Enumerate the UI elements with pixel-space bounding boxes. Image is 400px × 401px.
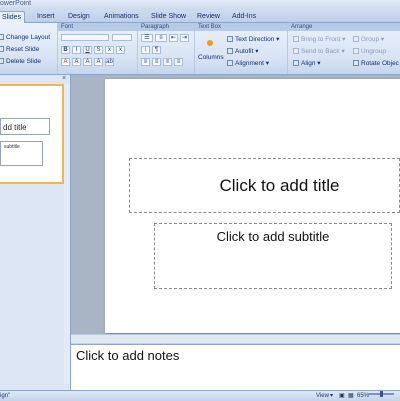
- subscript-icon[interactable]: x: [116, 46, 125, 54]
- tab-slides[interactable]: Slides: [0, 11, 26, 23]
- shrink-font-icon[interactable]: A: [83, 58, 92, 66]
- bring-to-front-icon: [293, 36, 299, 42]
- italic-icon[interactable]: I: [72, 46, 81, 54]
- superscript-icon[interactable]: x: [105, 46, 114, 54]
- ribbon: Change Layout Reset Slide Delete Slide F…: [0, 23, 400, 75]
- rtl-icon[interactable]: ¶: [152, 46, 161, 54]
- send-to-back-label: Send to Back: [301, 48, 340, 55]
- autofit-icon: [227, 48, 233, 54]
- ribbon-tab-row: Slides Insert Design Animations Slide Sh…: [0, 10, 400, 23]
- justify-icon[interactable]: ≡: [174, 58, 183, 66]
- font-group-header: Font: [58, 23, 137, 31]
- tab-slide-show[interactable]: Slide Show: [151, 11, 186, 22]
- text-direction-icon: [227, 36, 233, 42]
- tab-design[interactable]: Design: [68, 11, 90, 22]
- bring-to-front-label: Bring to Front: [301, 36, 341, 43]
- alignment-label: Alignment: [235, 60, 264, 67]
- slides-pane-scrollbar[interactable]: [64, 84, 70, 384]
- font-group: Font B I U S x x A A A A ab: [58, 23, 138, 74]
- group-icon: [353, 36, 359, 42]
- subtitle-placeholder[interactable]: Click to add subtitle: [154, 223, 392, 289]
- alignment-button[interactable]: Alignment ▾: [227, 59, 269, 68]
- align-button[interactable]: Align ▾: [293, 59, 321, 68]
- arrange-group-header: Arrange: [288, 23, 400, 31]
- clear-format-icon[interactable]: A: [94, 58, 103, 66]
- font-color-icon[interactable]: A: [61, 58, 70, 66]
- bring-to-front-button[interactable]: Bring to Front ▾: [293, 35, 345, 44]
- ungroup-label: Ungroup: [361, 48, 386, 55]
- send-to-back-icon: [293, 48, 299, 54]
- align-right-icon[interactable]: ≡: [163, 58, 172, 66]
- delete-icon: [0, 58, 4, 64]
- delete-slide-label: Delete Slide: [6, 58, 42, 65]
- notes-placeholder[interactable]: Click to add notes: [76, 348, 179, 363]
- window-title-bar: owerPoint: [0, 0, 400, 10]
- strikethrough-icon[interactable]: S: [94, 46, 103, 54]
- bold-icon[interactable]: B: [61, 46, 70, 54]
- numbering-icon[interactable]: ≡: [155, 34, 167, 42]
- paragraph-group-header: Paragraph: [138, 23, 194, 31]
- reset-slide-label: Reset Slide: [6, 46, 40, 53]
- text-direction-label: Text Direction: [235, 36, 275, 43]
- thumbnail-subtitle-placeholder: subtitle: [0, 141, 43, 166]
- align-icon: [293, 60, 299, 66]
- increase-indent-icon[interactable]: ⇥: [180, 34, 189, 42]
- thumbnail-title-placeholder: dd title: [0, 118, 50, 135]
- font-size-select[interactable]: [112, 34, 132, 41]
- align-center-icon[interactable]: ≡: [152, 58, 161, 66]
- rotate-icon: [353, 60, 359, 66]
- arrange-group: Arrange Bring to Front ▾ Send to Back ▾ …: [288, 23, 400, 74]
- alignment-icon: [227, 60, 233, 66]
- text-direction-button[interactable]: Text Direction ▾: [227, 35, 279, 44]
- group-button[interactable]: Group ▾: [353, 35, 384, 44]
- tab-animations[interactable]: Animations: [104, 11, 139, 22]
- decrease-indent-icon[interactable]: ⇤: [169, 34, 178, 42]
- paragraph-group: Paragraph ☰ ≡ ⇤ ⇥ ↕ ¶ ≡ ≡ ≡ ≡: [138, 23, 195, 74]
- line-spacing-icon[interactable]: ↕: [141, 46, 150, 54]
- layout-icon: [0, 34, 4, 40]
- tab-review[interactable]: Review: [197, 11, 220, 22]
- text-box-group: Text Box Columns Text Direction ▾ Autofi…: [195, 23, 288, 74]
- tab-add-ins[interactable]: Add-Ins: [232, 11, 256, 22]
- close-icon[interactable]: ×: [60, 75, 68, 83]
- rotate-label: Rotate Objec: [361, 60, 399, 67]
- autofit-label: Autofit: [235, 48, 254, 55]
- grow-font-icon[interactable]: A: [72, 58, 81, 66]
- change-layout-button[interactable]: Change Layout: [0, 33, 50, 42]
- reset-icon: [0, 46, 4, 52]
- autofit-button[interactable]: Autofit ▾: [227, 47, 259, 56]
- reset-slide-button[interactable]: Reset Slide: [0, 45, 39, 54]
- bullets-icon[interactable]: ☰: [141, 34, 153, 42]
- ungroup-icon: [353, 48, 359, 54]
- horizontal-scrollbar[interactable]: [71, 334, 400, 343]
- slides-group: Change Layout Reset Slide Delete Slide: [0, 23, 58, 74]
- columns-icon: [207, 40, 213, 46]
- rotate-objects-button[interactable]: Rotate Objec: [353, 59, 399, 68]
- group-label: Group: [361, 36, 380, 43]
- align-left-icon[interactable]: ≡: [141, 58, 150, 66]
- font-family-select[interactable]: [61, 34, 109, 41]
- underline-icon[interactable]: U: [83, 46, 92, 54]
- change-layout-label: Change Layout: [6, 34, 51, 41]
- char-spacing-icon[interactable]: ab: [105, 58, 114, 66]
- text-box-group-header: Text Box: [195, 23, 287, 31]
- ungroup-button[interactable]: Ungroup: [353, 47, 386, 56]
- columns-button[interactable]: Columns: [198, 53, 224, 62]
- align-label: Align: [301, 60, 316, 67]
- window-title: owerPoint: [0, 0, 32, 7]
- status-bar: ign" View ▾ ▣ ▦ 65%: [0, 390, 400, 401]
- title-placeholder[interactable]: Click to add title: [129, 158, 400, 213]
- zoom-slider-knob[interactable]: [380, 391, 383, 397]
- send-to-back-button[interactable]: Send to Back ▾: [293, 47, 345, 56]
- delete-slide-button[interactable]: Delete Slide: [0, 57, 41, 66]
- tab-insert[interactable]: Insert: [37, 11, 55, 22]
